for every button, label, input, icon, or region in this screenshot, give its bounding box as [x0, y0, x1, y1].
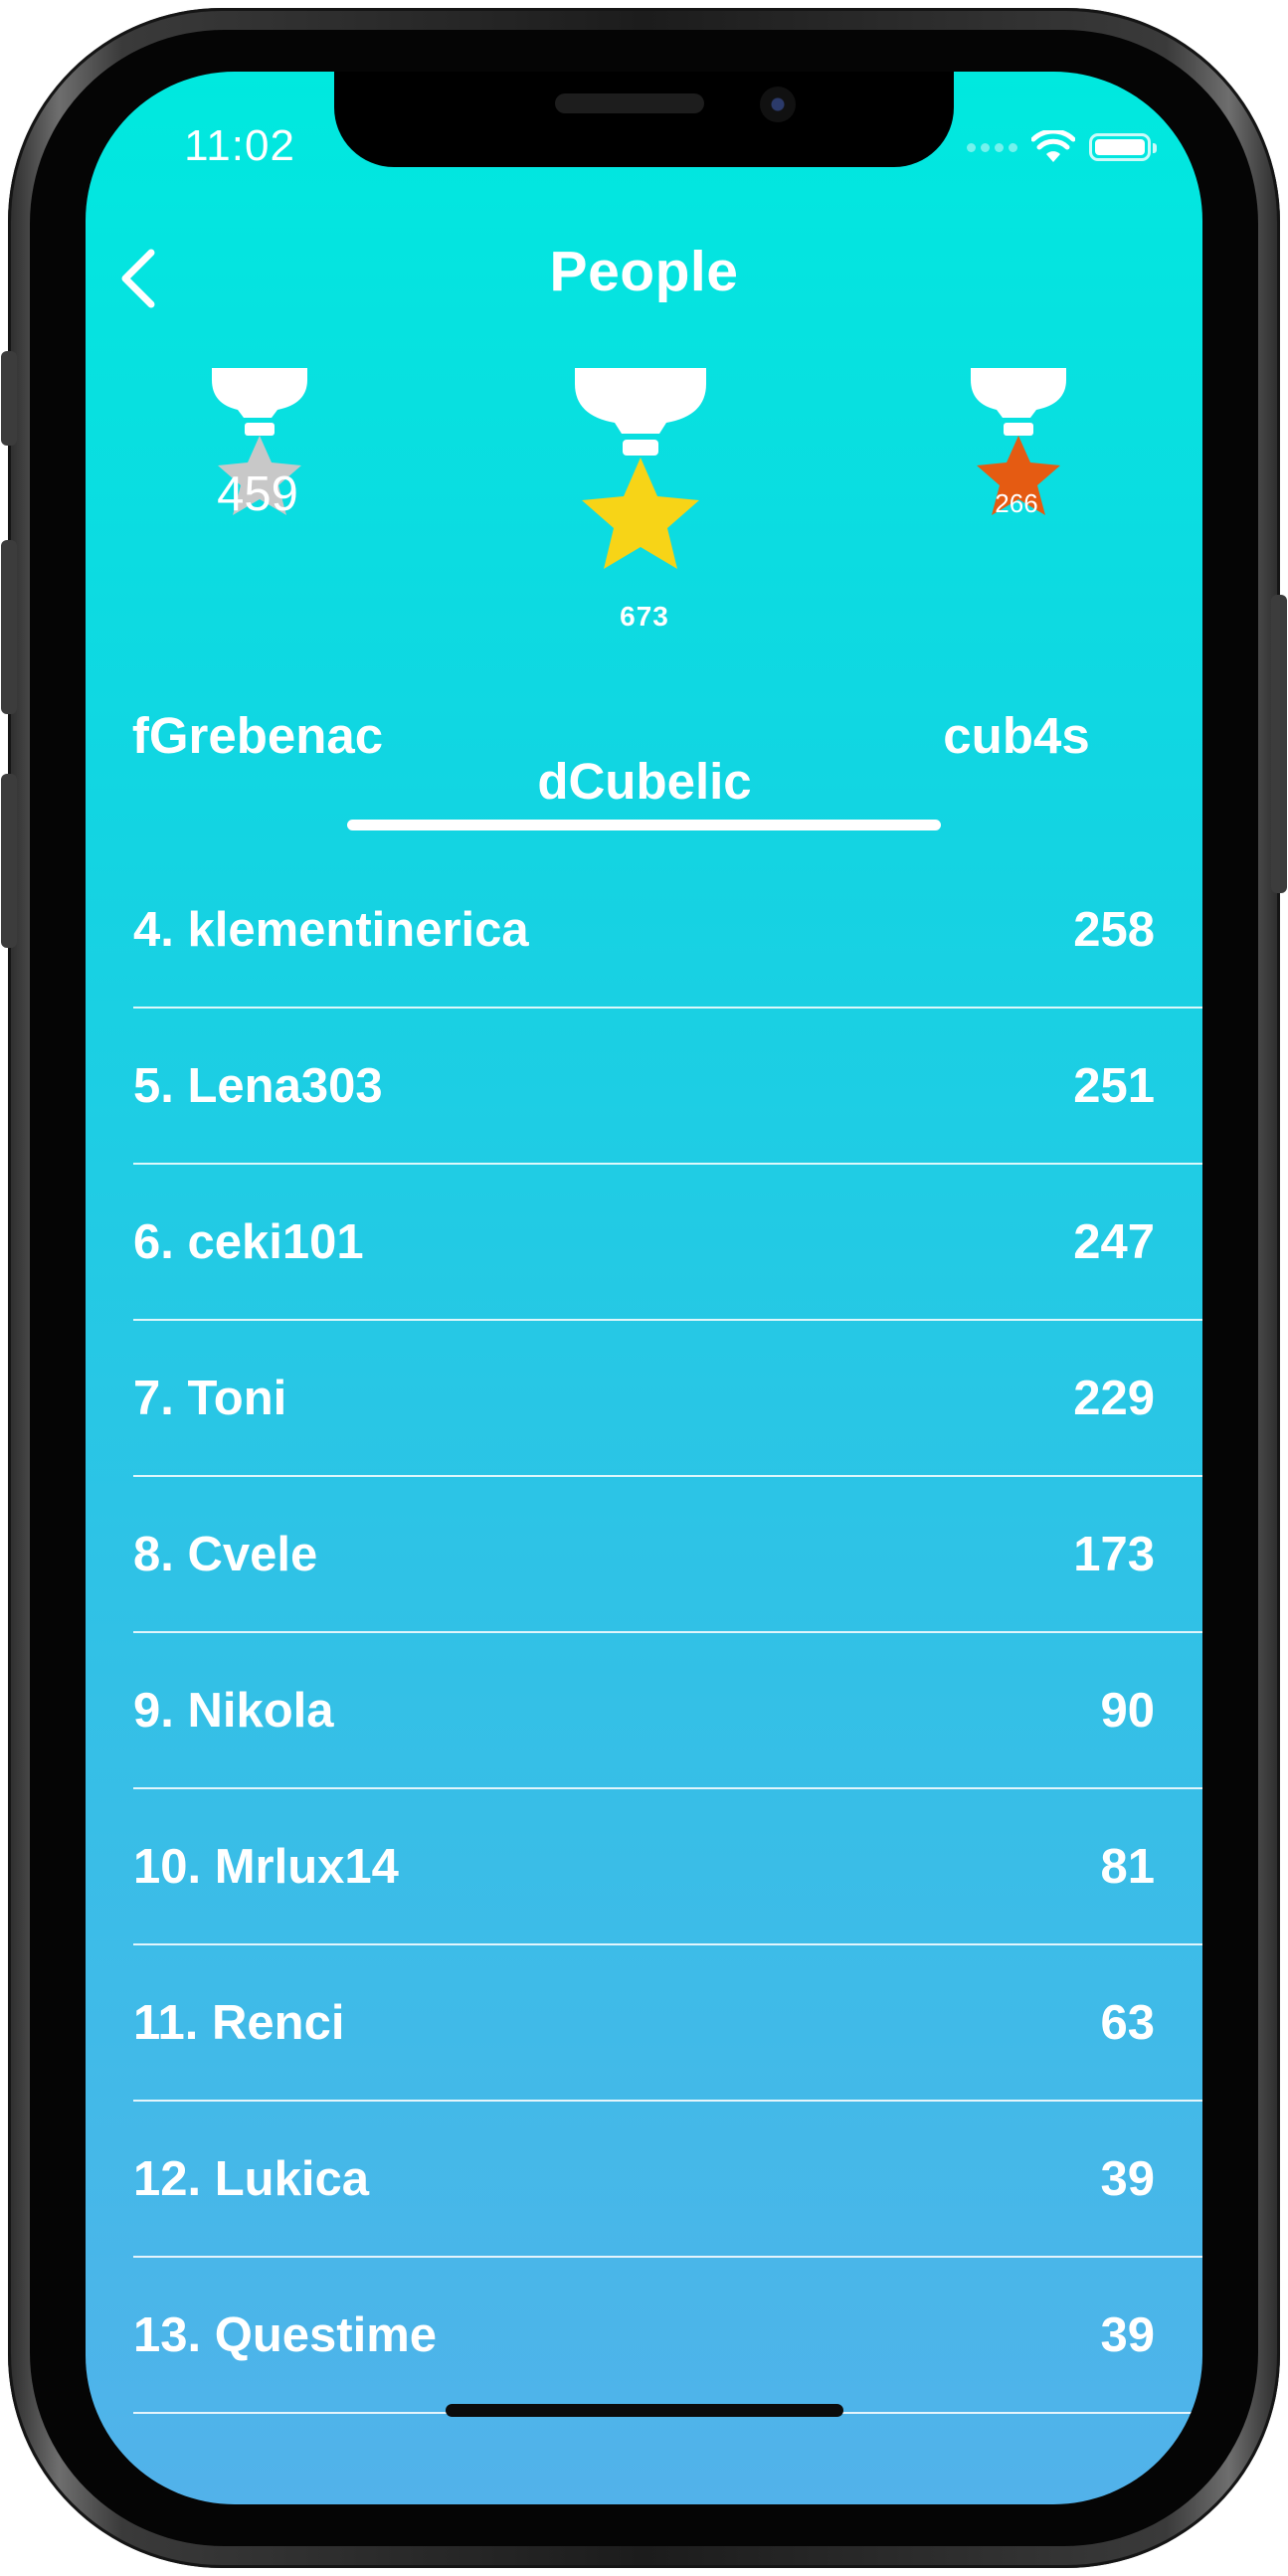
player-name: 9. Nikola [133, 1683, 334, 1738]
notch [334, 72, 954, 167]
list-item[interactable]: 11. Renci 63 [133, 1945, 1202, 2102]
player-name: 8. Cvele [133, 1527, 318, 1581]
leaderboard-list: 4. klementinerica 258 5. Lena303 251 6. … [133, 852, 1202, 2414]
podium-score: 266 [995, 488, 1038, 518]
wifi-icon [1031, 130, 1075, 162]
podium-divider [347, 820, 941, 830]
player-score: 229 [1073, 1371, 1155, 1425]
podium-name: fGrebenac [131, 707, 384, 764]
list-item[interactable]: 8. Cvele 173 [133, 1477, 1202, 1633]
list-item[interactable]: 6. ceki101 247 [133, 1165, 1202, 1321]
page-title: People [549, 240, 739, 303]
player-name: 12. Lukica [133, 2151, 369, 2206]
star-medal-icon [575, 368, 706, 569]
player-name: 13. Questime [133, 2307, 438, 2362]
front-camera [760, 87, 796, 122]
podium-name: cub4s [943, 707, 1090, 764]
player-name: 11. Renci [133, 1995, 345, 2050]
player-score: 173 [1073, 1527, 1155, 1581]
list-item[interactable]: 13. Questime 39 [133, 2258, 1202, 2414]
player-score: 39 [1100, 2151, 1155, 2206]
list-item[interactable]: 9. Nikola 90 [133, 1633, 1202, 1789]
earpiece-speaker [555, 93, 704, 113]
player-name: 5. Lena303 [133, 1058, 383, 1113]
podium-name: dCubelic [537, 753, 752, 810]
podium-third-place[interactable]: 266 cub4s [943, 368, 1090, 766]
list-item[interactable]: 5. Lena303 251 [133, 1009, 1202, 1165]
power-button [1271, 595, 1287, 893]
list-item[interactable]: 7. Toni 229 [133, 1321, 1202, 1477]
silent-switch [1, 351, 17, 446]
player-score: 258 [1073, 902, 1155, 957]
battery-icon [1089, 133, 1157, 161]
player-name: 10. Mrlux14 [133, 1839, 399, 1894]
player-score: 90 [1100, 1683, 1155, 1738]
list-item[interactable]: 12. Lukica 39 [133, 2102, 1202, 2258]
status-indicators [967, 129, 1157, 165]
app-screen: 11:02 People 459 fGrebenac 673 dCubelic … [86, 72, 1202, 2504]
player-score: 251 [1073, 1058, 1155, 1113]
podium-score: 673 [620, 601, 669, 632]
player-name: 7. Toni [133, 1371, 287, 1425]
volume-down-button [1, 774, 17, 948]
cellular-signal-icon [967, 142, 1017, 152]
home-indicator[interactable] [446, 2404, 843, 2417]
list-item[interactable]: 4. klementinerica 258 [133, 852, 1202, 1009]
podium-first-place[interactable]: 673 dCubelic [537, 368, 752, 816]
player-score: 39 [1100, 2307, 1155, 2362]
player-score: 247 [1073, 1214, 1155, 1269]
player-score: 63 [1100, 1995, 1155, 2050]
podium-second-place[interactable]: 459 fGrebenac [132, 368, 383, 766]
volume-up-button [1, 540, 17, 714]
player-name: 4. klementinerica [133, 902, 529, 957]
podium-score: 459 [217, 467, 298, 521]
list-item[interactable]: 10. Mrlux14 81 [133, 1789, 1202, 1945]
star-medal-icon [971, 368, 1066, 515]
player-name: 6. ceki101 [133, 1214, 364, 1269]
star-medal-icon [212, 368, 307, 515]
player-score: 81 [1100, 1839, 1155, 1894]
status-time: 11:02 [184, 121, 295, 170]
